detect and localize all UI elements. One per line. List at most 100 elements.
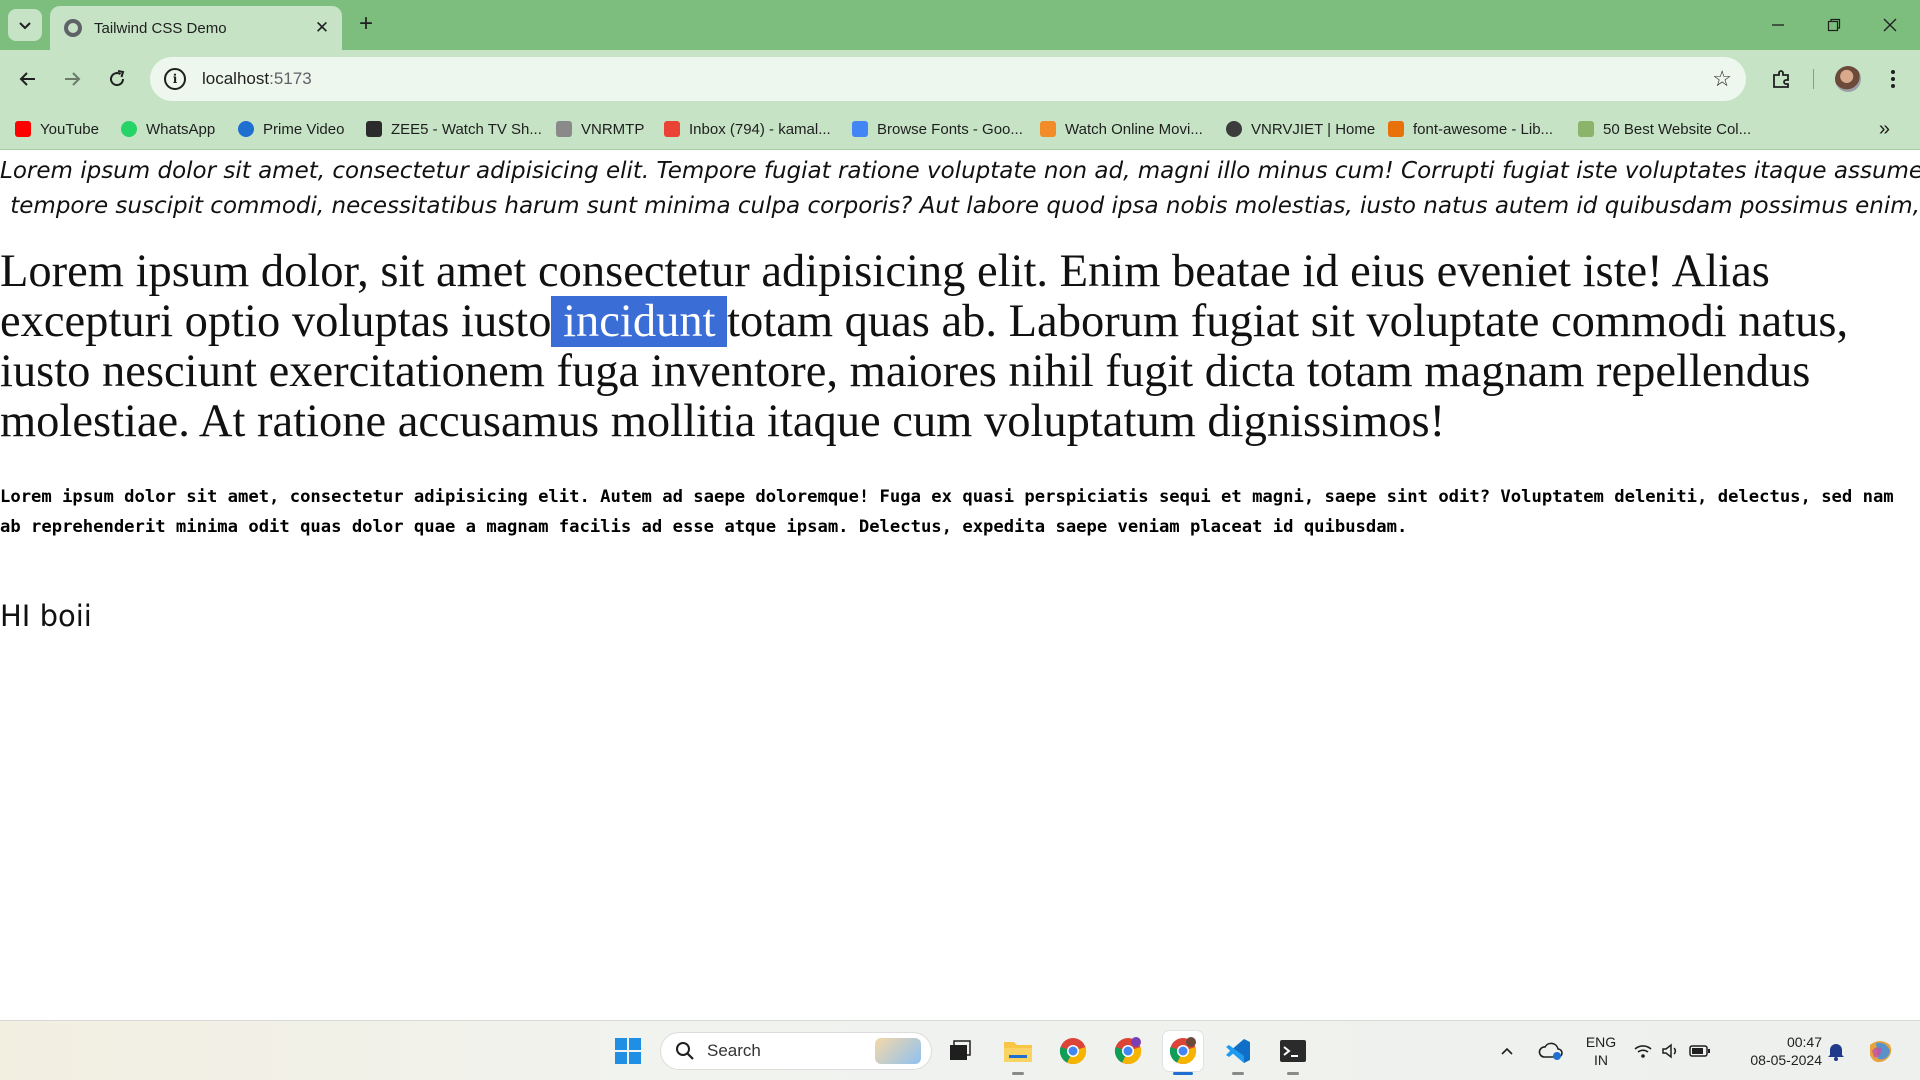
bookmark-label: VNRMTP: [581, 120, 645, 138]
region-code: IN: [1594, 1052, 1608, 1068]
bookmark-gmail-inbox[interactable]: Inbox (794) - kamal...: [664, 118, 831, 140]
copilot-button[interactable]: [1862, 1031, 1898, 1071]
bookmark-vnrvjiet[interactable]: VNRVJIET | Home: [1226, 118, 1375, 140]
google-fonts-icon: [852, 121, 868, 137]
bookmark-label: Watch Online Movi...: [1065, 120, 1203, 138]
taskbar-search[interactable]: Search: [660, 1032, 932, 1070]
search-highlight-icon: [875, 1038, 921, 1064]
bookmark-label: Browse Fonts - Goo...: [877, 120, 1023, 138]
bookmark-website-colors[interactable]: 50 Best Website Col...: [1578, 118, 1751, 140]
whatsapp-icon: [121, 121, 137, 137]
website-colors-icon: [1578, 121, 1594, 137]
show-hidden-icons-button[interactable]: [1493, 1031, 1521, 1071]
page-content: Lorem ipsum dolor sit amet, consectetur …: [0, 151, 1920, 1020]
bookmark-label: 50 Best Website Col...: [1603, 120, 1752, 138]
zee5-icon: [366, 121, 382, 137]
address-bar[interactable]: i localhost:5173 ☆: [150, 57, 1746, 101]
clock-time: 00:47: [1786, 1034, 1822, 1050]
minimize-icon: [1772, 24, 1784, 26]
more-vertical-icon: [1891, 70, 1895, 88]
terminal-app-button[interactable]: [1273, 1031, 1313, 1075]
file-explorer-button[interactable]: [998, 1031, 1038, 1075]
browser-toolbar: i localhost:5173 ☆: [0, 50, 1920, 108]
globe-icon: [1226, 121, 1242, 137]
start-button[interactable]: [608, 1031, 648, 1071]
site-info-icon[interactable]: i: [164, 68, 186, 90]
close-window-button[interactable]: [1862, 0, 1918, 50]
terminal-icon: [1280, 1040, 1306, 1062]
extensions-button[interactable]: [1764, 63, 1800, 95]
chrome-active-app-button[interactable]: [1163, 1031, 1203, 1075]
bookmark-label: VNRVJIET | Home: [1251, 120, 1376, 138]
italic-paragraph: Lorem ipsum dolor sit amet, consectetur …: [0, 154, 1920, 224]
mono-paragraph: Lorem ipsum dolor sit amet, consectetur …: [0, 487, 1894, 537]
bookmark-youtube[interactable]: YouTube: [15, 118, 99, 140]
serif-paragraph: Lorem ipsum dolor, sit amet consectetur …: [0, 247, 1910, 447]
wifi-icon: [1634, 1045, 1652, 1058]
clock[interactable]: 00:47 08-05-2024: [1726, 1033, 1822, 1069]
bookmark-whatsapp[interactable]: WhatsApp: [121, 118, 215, 140]
chrome-app-button[interactable]: [1053, 1031, 1093, 1071]
language-code: ENG: [1585, 1034, 1617, 1050]
bookmark-prime-video[interactable]: Prime Video: [238, 118, 344, 140]
new-tab-button[interactable]: +: [352, 10, 380, 38]
bookmark-label: ZEE5 - Watch TV Sh...: [391, 120, 542, 138]
running-indicator: [1287, 1072, 1299, 1075]
notifications-button[interactable]: [1822, 1031, 1850, 1071]
windows-logo-icon: [615, 1038, 641, 1064]
chevron-down-icon: [19, 22, 31, 30]
bookmarks-bar: YouTube WhatsApp Prime Video ZEE5 - Watc…: [0, 108, 1920, 150]
avatar: [1835, 66, 1861, 92]
tab-title: Tailwind CSS Demo: [94, 19, 227, 37]
restore-button[interactable]: [1806, 0, 1862, 50]
bookmark-vnrmtp[interactable]: VNRMTP: [556, 118, 644, 140]
clock-date: 08-05-2024: [1750, 1052, 1822, 1068]
arrow-right-icon: [65, 72, 81, 86]
language-indicator[interactable]: ENG IN: [1578, 1033, 1624, 1069]
chrome-icon: [1114, 1037, 1142, 1065]
cloud-sync-icon: [1538, 1042, 1563, 1060]
arrow-left-icon: [19, 72, 35, 86]
copilot-icon: [1870, 1041, 1892, 1063]
bookmark-star-icon[interactable]: ☆: [1712, 66, 1732, 92]
back-button[interactable]: [12, 63, 44, 95]
reload-icon: [110, 70, 125, 87]
chrome-profile-app-button[interactable]: [1108, 1031, 1148, 1071]
onedrive-button[interactable]: [1533, 1031, 1569, 1071]
battery-icon: [1689, 1045, 1710, 1057]
selected-text: incidunt: [551, 296, 728, 347]
running-indicator: [1232, 1072, 1244, 1075]
network-volume-battery-button[interactable]: [1630, 1031, 1714, 1071]
active-indicator: [1173, 1072, 1193, 1075]
chrome-icon: [1059, 1038, 1087, 1065]
volume-icon: [1662, 1043, 1677, 1059]
prime-video-icon: [238, 121, 254, 137]
bookmark-label: Inbox (794) - kamal...: [689, 120, 831, 138]
forward-button[interactable]: [56, 63, 88, 95]
youtube-icon: [15, 121, 31, 137]
task-view-button[interactable]: [940, 1031, 980, 1071]
tab-search-button[interactable]: [8, 9, 42, 41]
browser-tab-active[interactable]: Tailwind CSS Demo ✕: [50, 6, 342, 50]
bookmark-google-fonts[interactable]: Browse Fonts - Goo...: [852, 118, 1023, 140]
url-host: localhost: [202, 69, 270, 88]
bookmark-watch-movies[interactable]: Watch Online Movi...: [1040, 118, 1203, 140]
folder-icon: [1004, 1042, 1032, 1062]
more-bookmarks-icon[interactable]: »: [1879, 118, 1890, 141]
reload-button[interactable]: [101, 63, 133, 95]
browser-menu-button[interactable]: [1878, 63, 1908, 95]
minimize-button[interactable]: [1750, 0, 1806, 50]
bookmark-label: WhatsApp: [146, 120, 216, 138]
close-tab-icon[interactable]: ✕: [312, 18, 332, 38]
profile-button[interactable]: [1830, 63, 1866, 95]
search-label: Search: [707, 1041, 761, 1060]
movies-icon: [1040, 121, 1056, 137]
bookmark-zee5[interactable]: ZEE5 - Watch TV Sh...: [366, 118, 542, 140]
vscode-app-button[interactable]: [1218, 1031, 1258, 1075]
restore-icon: [1827, 18, 1841, 32]
toolbar-divider: [1813, 69, 1814, 89]
page-heading: HI boii: [0, 599, 92, 633]
windows-taskbar: Search ENG IN 00:47 08-05-2024: [0, 1020, 1920, 1080]
bookmark-font-awesome[interactable]: font-awesome - Lib...: [1388, 118, 1553, 140]
italic-line-1: Lorem ipsum dolor sit amet, consectetur …: [0, 158, 1920, 184]
